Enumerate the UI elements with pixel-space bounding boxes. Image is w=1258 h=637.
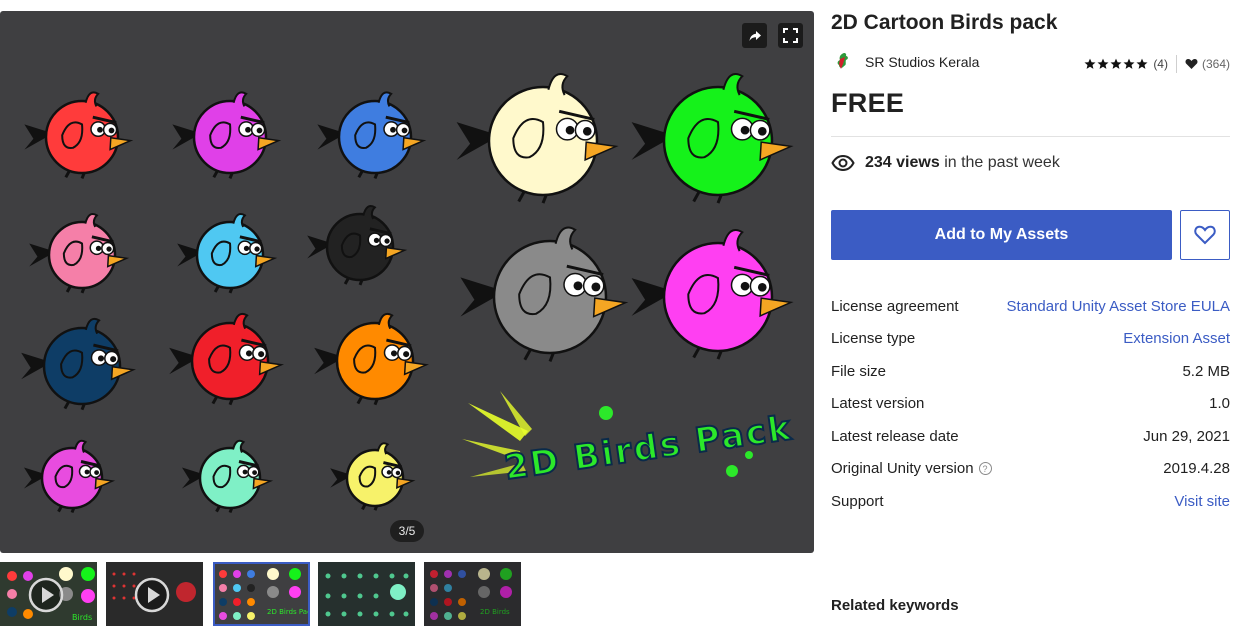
detail-row: Original Unity version? 2019.4.28 xyxy=(831,453,1230,486)
bird-illustration xyxy=(631,229,794,360)
detail-value: 2019.4.28 xyxy=(1163,460,1230,478)
detail-label-text: License type xyxy=(831,330,916,348)
views-info: 234 views in the past week xyxy=(831,154,1060,172)
detail-value: 5.2 MB xyxy=(1182,362,1230,380)
add-to-my-assets-button[interactable]: Add to My Assets xyxy=(831,210,1172,260)
star-icon xyxy=(1136,58,1148,69)
star-icon xyxy=(1084,58,1096,69)
fullscreen-icon xyxy=(783,28,798,43)
bird-illustration xyxy=(307,205,408,286)
help-icon[interactable]: ? xyxy=(978,462,992,476)
thumbnail-3[interactable]: 2D Birds Pack xyxy=(213,562,310,626)
media-viewer[interactable]: 2D Birds Pack 3/5 xyxy=(0,11,814,553)
publisher-link[interactable]: SR Studios Kerala xyxy=(831,51,979,73)
thumbnail-5[interactable]: 2D Birds xyxy=(424,562,521,626)
play-icon xyxy=(134,577,170,613)
detail-label: File size xyxy=(831,363,886,380)
rating-stars[interactable] xyxy=(1084,58,1148,70)
publisher-name: SR Studios Kerala xyxy=(865,54,980,70)
detail-row: License agreement Standard Unity Asset St… xyxy=(831,290,1230,323)
svg-text:2D Birds Pack: 2D Birds Pack xyxy=(267,608,310,616)
star-icon xyxy=(1097,58,1109,69)
detail-row: Latest release date Jun 29, 2021 xyxy=(831,420,1230,453)
bird-illustration xyxy=(21,317,136,411)
rating-divider xyxy=(1175,55,1177,73)
detail-link[interactable]: Visit site xyxy=(1174,493,1230,510)
favorites-count-value: (364) xyxy=(1201,57,1230,71)
detail-label-text: Latest version xyxy=(831,395,925,413)
favorites-count: (364) xyxy=(1185,57,1230,71)
bird-illustration xyxy=(169,312,284,406)
detail-label-text: Latest release date xyxy=(831,427,959,445)
detail-label: License agreement xyxy=(831,298,959,315)
wishlist-button[interactable] xyxy=(1180,210,1230,260)
bird-illustration xyxy=(29,213,130,294)
rating-summary: (4) (364) xyxy=(1084,55,1230,73)
publisher-logo-icon xyxy=(837,52,848,69)
thumbnail-image: 2D Birds Pack xyxy=(213,562,310,626)
thumbnail-1[interactable]: Birds xyxy=(0,562,97,626)
bird-illustration xyxy=(177,213,278,294)
detail-row: Latest version 1.0 xyxy=(831,388,1230,421)
product-details: License agreement Standard Unity Asset St… xyxy=(831,290,1230,518)
detail-row: Support Visit site xyxy=(831,485,1230,518)
heart-outline-icon xyxy=(1194,225,1216,245)
detail-label: Latest version xyxy=(831,395,924,412)
detail-link[interactable]: Extension Asset xyxy=(1123,330,1230,347)
fullscreen-button[interactable] xyxy=(778,23,803,48)
detail-label-text: File size xyxy=(831,362,887,380)
thumbnail-image xyxy=(318,562,415,626)
detail-label-text: Original Unity version xyxy=(831,460,974,478)
thumbnail-2[interactable] xyxy=(106,562,203,626)
bird-illustration xyxy=(460,226,629,362)
bird-illustration xyxy=(182,439,274,514)
share-icon xyxy=(749,30,761,41)
views-suffix: in the past week xyxy=(944,154,1060,171)
detail-label: Latest release date xyxy=(831,428,959,445)
detail-value: Jun 29, 2021 xyxy=(1143,427,1230,445)
banner-text: 2D Birds Pack xyxy=(502,408,795,488)
detail-link[interactable]: Standard Unity Asset Store EULA xyxy=(1007,298,1230,315)
views-count: 234 views xyxy=(865,154,940,171)
product-title: 2D Cartoon Birds pack xyxy=(831,11,1058,34)
eye-icon xyxy=(831,155,855,171)
detail-label: Original Unity version? xyxy=(831,460,992,477)
bird-illustration xyxy=(456,73,619,204)
play-icon xyxy=(28,577,64,613)
bird-illustration xyxy=(631,73,794,204)
price: FREE xyxy=(831,88,905,118)
star-icon xyxy=(1110,58,1122,69)
divider xyxy=(831,136,1230,137)
bird-illustration xyxy=(317,91,427,179)
bird-illustration xyxy=(24,91,134,179)
star-icon xyxy=(1123,58,1135,69)
thumbnail-image: 2D Birds xyxy=(424,562,521,626)
gallery-image: 2D Birds Pack xyxy=(21,73,796,514)
detail-row: File size 5.2 MB xyxy=(831,355,1230,388)
heart-icon xyxy=(1185,58,1198,69)
svg-text:2D Birds: 2D Birds xyxy=(480,608,510,616)
detail-label-text: License agreement xyxy=(831,297,959,315)
share-button[interactable] xyxy=(742,23,767,48)
thumbnail-4[interactable] xyxy=(318,562,415,626)
detail-label: Support xyxy=(831,493,884,510)
rating-count[interactable]: (4) xyxy=(1153,57,1168,71)
bird-illustration xyxy=(172,91,282,179)
bird-illustration xyxy=(330,442,416,511)
detail-label: License type xyxy=(831,330,915,347)
bird-illustration xyxy=(24,439,116,514)
svg-text:Birds: Birds xyxy=(72,613,92,622)
detail-value: 1.0 xyxy=(1209,395,1230,413)
image-counter: 3/5 xyxy=(390,520,424,542)
detail-label-text: Support xyxy=(831,492,884,510)
related-keywords-heading: Related keywords xyxy=(831,597,959,614)
bird-illustration xyxy=(314,312,429,406)
detail-row: License type Extension Asset xyxy=(831,323,1230,356)
